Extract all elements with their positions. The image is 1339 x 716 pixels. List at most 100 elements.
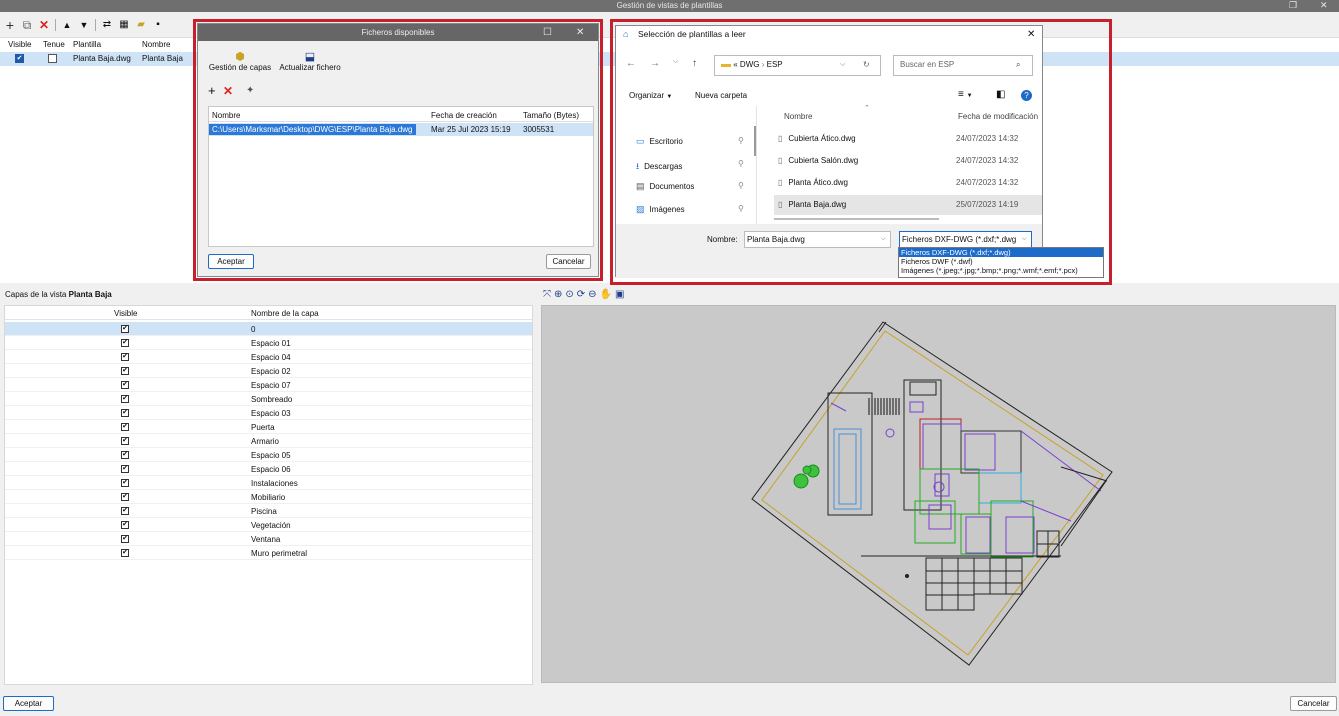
help-icon[interactable]: ? bbox=[1021, 90, 1032, 101]
restore-icon[interactable]: ❐ bbox=[1289, 0, 1297, 11]
layer-visible-checkbox[interactable]: ✔ bbox=[121, 437, 129, 445]
search-icon[interactable]: ⌕ bbox=[1016, 56, 1020, 74]
nav-item[interactable]: ⭳ Descargas ⚲ bbox=[636, 159, 751, 175]
table-row[interactable]: ✔ 0 bbox=[5, 322, 532, 336]
table-row[interactable]: ✔ Espacio 06 bbox=[5, 462, 532, 476]
layer-visible-checkbox[interactable]: ✔ bbox=[121, 535, 129, 543]
clean-icon[interactable]: ✦ bbox=[246, 85, 254, 96]
col-plantilla[interactable]: Plantilla bbox=[73, 40, 101, 49]
save-icon[interactable]: ▪ bbox=[152, 18, 164, 32]
pin-icon[interactable]: ⚲ bbox=[738, 204, 744, 213]
pin-icon[interactable]: ⚲ bbox=[738, 136, 744, 145]
tenue-checkbox[interactable] bbox=[48, 54, 57, 63]
close-icon[interactable]: ✕ bbox=[1027, 26, 1035, 43]
breadcrumb-dwg[interactable]: DWG bbox=[740, 60, 760, 69]
layer-visible-checkbox[interactable]: ✔ bbox=[121, 493, 129, 501]
nav-scrollbar[interactable] bbox=[754, 126, 756, 156]
col-layer-visible[interactable]: Visible bbox=[114, 309, 137, 318]
col-visible[interactable]: Visible bbox=[8, 40, 31, 49]
filename-input[interactable]: Planta Baja.dwg ⌵ bbox=[744, 231, 891, 248]
zoom-in-icon[interactable]: ⊙ bbox=[565, 289, 573, 300]
col-nombre[interactable]: Nombre bbox=[142, 40, 170, 49]
new-folder-button[interactable]: Nueva carpeta bbox=[695, 91, 747, 100]
table-row[interactable]: ✔ Mobiliario bbox=[5, 490, 532, 504]
layer-management-tool[interactable]: ⬢ Gestión de capas bbox=[208, 51, 272, 72]
layer-visible-checkbox[interactable]: ✔ bbox=[121, 325, 129, 333]
table-row[interactable]: ✔ Piscina bbox=[5, 504, 532, 518]
table-row[interactable]: ✔ Puerta bbox=[5, 420, 532, 434]
table-row[interactable]: ✔ Espacio 05 bbox=[5, 448, 532, 462]
layer-visible-checkbox[interactable]: ✔ bbox=[121, 479, 129, 487]
organize-menu[interactable]: Organizar ▼ bbox=[629, 91, 672, 100]
table-row[interactable]: ✔ Espacio 03 bbox=[5, 406, 532, 420]
drawing-viewer[interactable] bbox=[541, 305, 1336, 683]
delete-icon[interactable]: ✕ bbox=[38, 18, 50, 32]
move-down-icon[interactable]: ▼ bbox=[78, 18, 90, 32]
layer-visible-checkbox[interactable]: ✔ bbox=[121, 549, 129, 557]
export-icon[interactable]: ▦ bbox=[118, 18, 130, 32]
dropdown-option[interactable]: Imágenes (*.jpeg;*.jpg;*.bmp;*.png;*.wmf… bbox=[899, 266, 1103, 275]
visible-checkbox[interactable]: ✔ bbox=[15, 54, 24, 63]
layer-visible-checkbox[interactable]: ✔ bbox=[121, 521, 129, 529]
list-item[interactable]: ▯ Planta Baja.dwg 25/07/2023 14:19 bbox=[774, 195, 1042, 215]
layer-visible-checkbox[interactable]: ✔ bbox=[121, 451, 129, 459]
table-row[interactable]: ✔ Instalaciones bbox=[5, 476, 532, 490]
zoom-window-icon[interactable]: ⊕ bbox=[554, 289, 562, 300]
forward-icon[interactable]: → bbox=[650, 58, 660, 69]
copy-icon[interactable]: ⧉ bbox=[21, 18, 33, 32]
table-row[interactable]: ✔ Muro perimetral bbox=[5, 546, 532, 560]
col-file-date[interactable]: Fecha de creación bbox=[431, 111, 497, 120]
zoom-out-icon[interactable]: ⊖ bbox=[588, 289, 596, 300]
zoom-extents-icon[interactable]: ⤧ bbox=[543, 289, 551, 300]
table-row[interactable]: C:\Users\Marksmar\Desktop\DWG\ESP\Planta… bbox=[209, 123, 593, 136]
accept-button[interactable]: Aceptar bbox=[3, 696, 54, 711]
open-folder-icon[interactable]: ▰ bbox=[135, 18, 147, 32]
layer-visible-checkbox[interactable]: ✔ bbox=[121, 395, 129, 403]
layer-visible-checkbox[interactable]: ✔ bbox=[121, 353, 129, 361]
fit-view-icon[interactable]: ▣ bbox=[615, 289, 624, 300]
list-item[interactable]: ▯ Cubierta Ático.dwg 24/07/2023 14:32 bbox=[774, 129, 1042, 149]
search-input[interactable]: Buscar en ESP ⌕ bbox=[893, 55, 1033, 76]
files-accept-button[interactable]: Aceptar bbox=[208, 254, 254, 269]
refresh-icon[interactable]: ↻ bbox=[863, 56, 870, 74]
cancel-button[interactable]: Cancelar bbox=[1290, 696, 1337, 711]
breadcrumb-overflow[interactable]: « bbox=[733, 60, 737, 69]
swap-icon[interactable]: ⇄ bbox=[101, 18, 113, 32]
file-type-select[interactable]: Ficheros DXF-DWG (*.dxf;*.dwg ⌵ bbox=[899, 231, 1032, 248]
add-icon[interactable]: + bbox=[4, 18, 16, 32]
refresh-icon[interactable]: ⟳ bbox=[577, 289, 585, 300]
table-row[interactable]: ✔ Espacio 02 bbox=[5, 364, 532, 378]
pan-hand-icon[interactable]: ✋ bbox=[600, 289, 612, 300]
horizontal-scrollbar[interactable] bbox=[774, 218, 939, 220]
files-cancel-button[interactable]: Cancelar bbox=[546, 254, 591, 269]
layer-visible-checkbox[interactable]: ✔ bbox=[121, 507, 129, 515]
pin-icon[interactable]: ⚲ bbox=[738, 159, 744, 168]
back-icon[interactable]: ← bbox=[626, 58, 636, 69]
layer-visible-checkbox[interactable]: ✔ bbox=[121, 339, 129, 347]
close-icon[interactable]: ✕ bbox=[1320, 0, 1328, 11]
layer-visible-checkbox[interactable]: ✔ bbox=[121, 465, 129, 473]
history-chevron-icon[interactable]: ⌵ bbox=[673, 58, 678, 66]
col-tenue[interactable]: Tenue bbox=[43, 40, 65, 49]
table-row[interactable]: ✔ Sombreado bbox=[5, 392, 532, 406]
col-modified-header[interactable]: Fecha de modificación bbox=[958, 112, 1038, 121]
table-row[interactable]: ✔ Ventana bbox=[5, 532, 532, 546]
nav-item[interactable]: ▨ Imágenes ⚲ bbox=[636, 204, 751, 215]
layer-visible-checkbox[interactable]: ✔ bbox=[121, 423, 129, 431]
col-name-header[interactable]: Nombre bbox=[784, 112, 812, 121]
list-item[interactable]: ▯ Planta Ático.dwg 24/07/2023 14:32 bbox=[774, 173, 1042, 193]
layer-visible-checkbox[interactable]: ✔ bbox=[121, 381, 129, 389]
dropdown-option[interactable]: Ficheros DXF-DWG (*.dxf;*.dwg) bbox=[899, 248, 1103, 257]
table-row[interactable]: ✔ Espacio 01 bbox=[5, 336, 532, 350]
layer-visible-checkbox[interactable]: ✔ bbox=[121, 409, 129, 417]
pin-icon[interactable]: ⚲ bbox=[738, 181, 744, 190]
layer-visible-checkbox[interactable]: ✔ bbox=[121, 367, 129, 375]
table-row[interactable]: ✔ Vegetación bbox=[5, 518, 532, 532]
list-item[interactable]: ▯ Cubierta Salón.dwg 24/07/2023 14:32 bbox=[774, 151, 1042, 171]
chevron-down-icon[interactable]: ⌵ bbox=[881, 232, 886, 247]
table-row[interactable]: ✔ Espacio 07 bbox=[5, 378, 532, 392]
breadcrumb-esp[interactable]: ESP bbox=[767, 60, 783, 69]
preview-pane-icon[interactable]: ◧ bbox=[996, 89, 1005, 100]
nav-item[interactable]: ▭ Escritorio ⚲ bbox=[636, 136, 751, 147]
view-options-icon[interactable]: ≡ ▼ bbox=[958, 89, 973, 100]
